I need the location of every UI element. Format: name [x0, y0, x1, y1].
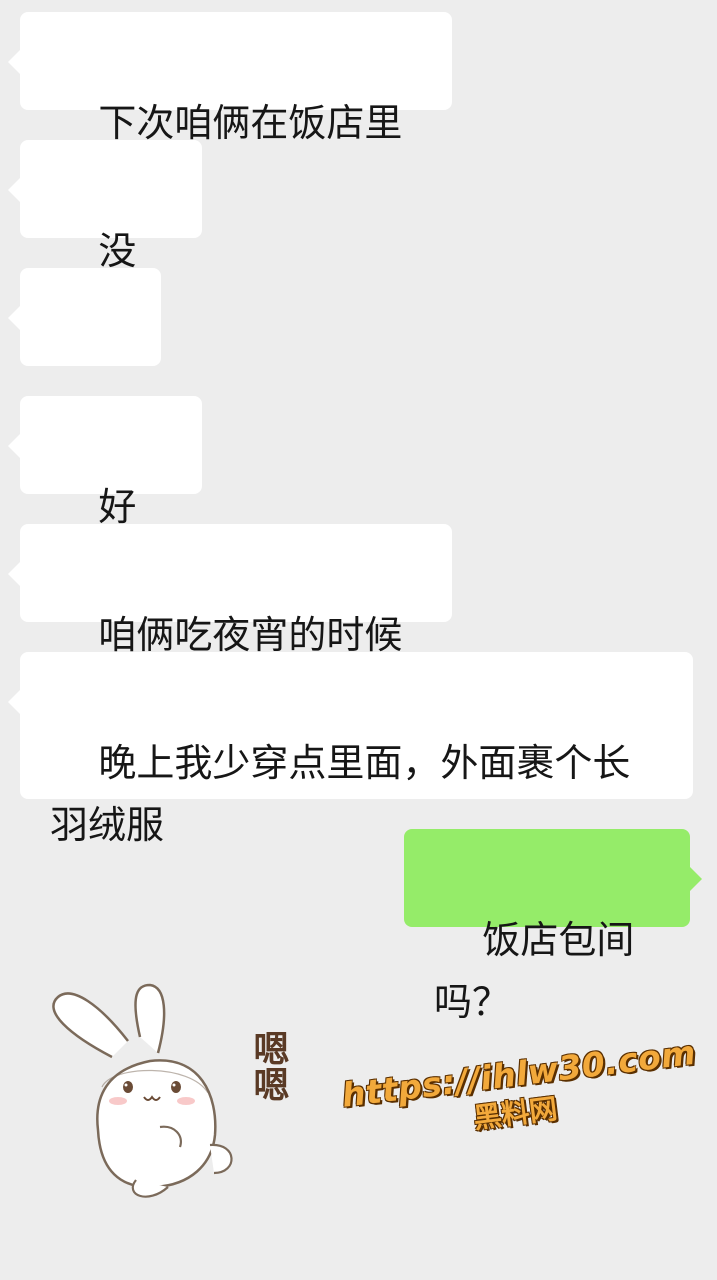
watermark: https://ihlw30.com 黑料网 — [340, 1033, 698, 1186]
message-bubble[interactable]: 咱俩吃夜宵的时候去 — [8, 524, 452, 719]
bunny-sticker-icon: 嗯嗯 — [52, 983, 289, 1198]
sticker-caption: 嗯嗯 — [248, 1030, 289, 1102]
message-bubble-outgoing[interactable]: 饭店包间吗？ — [404, 829, 702, 1024]
message-bubble[interactable]: 没试过 — [8, 140, 202, 335]
message-text: 饭店包间吗？ — [434, 918, 635, 1024]
message-bubble[interactable]: 下次咱俩在饭店里做 — [8, 12, 452, 207]
message-bubble[interactable]: 好不好 — [8, 396, 202, 591]
bunny-sticker[interactable]: 嗯嗯 — [40, 975, 320, 1225]
message-bubble[interactable]: 晚上我少穿点里面，外面裹个长羽绒服 — [8, 652, 693, 847]
message-bubble[interactable]: 想要 — [8, 268, 161, 463]
